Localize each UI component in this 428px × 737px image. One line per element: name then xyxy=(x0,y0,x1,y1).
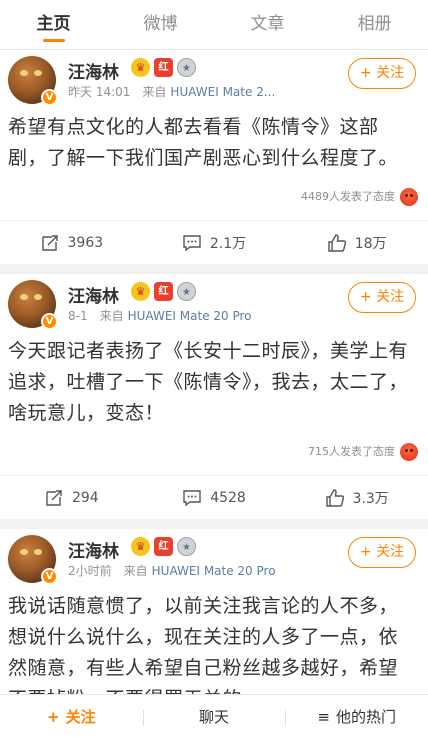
post-card[interactable]: V 汪海林 ♛ 红 ★ 2小时前 来自 HUAWEI Mate 20 Pro + 关… xyxy=(0,529,428,694)
thumbs-up-icon xyxy=(328,233,346,252)
post-card[interactable]: V 汪海林 ♛ 红 ★ 8-1 来自 HUAWEI Mate 20 Pro + 关注… xyxy=(0,274,428,519)
reactions-summary[interactable]: 4489人发表了态度 xyxy=(0,174,428,214)
comment-count: 2.1万 xyxy=(209,235,247,252)
verified-icon: V xyxy=(41,313,58,330)
username[interactable]: 汪海林 xyxy=(68,537,119,562)
post-meta: 8-1 来自 HUAWEI Mate 20 Pro xyxy=(68,307,252,324)
medal-icon: ★ xyxy=(177,58,196,77)
post-actions: 294 4528 3.3万 xyxy=(0,475,428,519)
post-text[interactable]: 今天跟记者表扬了《长安十二时辰》，美学上有追求，吐槽了一下《陈情令》，我去，太二… xyxy=(0,336,428,429)
like-button[interactable]: 18万 xyxy=(285,221,428,264)
repost-count: 294 xyxy=(71,489,99,506)
username[interactable]: 汪海林 xyxy=(68,58,119,83)
post-card[interactable]: V 汪海林 ♛ 红 ★ 昨天 14:01 来自 HUAWEI Mate 2... +… xyxy=(0,50,428,264)
post-meta: 昨天 14:01 来自 HUAWEI Mate 2... xyxy=(68,83,275,100)
like-count: 18万 xyxy=(354,235,387,252)
red-v-icon: 红 xyxy=(154,537,173,556)
tab-articles[interactable]: 文章 xyxy=(214,0,321,50)
reactions-count: 715人发表了态度 xyxy=(308,445,395,458)
chat-label: 聊天 xyxy=(199,707,230,726)
avatar[interactable]: V xyxy=(8,280,58,330)
post-time: 昨天 14:01 xyxy=(68,85,131,99)
avatar[interactable]: V xyxy=(8,56,58,106)
device-link[interactable]: HUAWEI Mate 2... xyxy=(170,85,275,99)
vip-crown-icon: ♛ xyxy=(131,537,150,556)
plus-icon: + xyxy=(47,707,60,726)
bottom-follow-button[interactable]: + 关注 xyxy=(0,706,143,727)
profile-tabs: 主页 微博 文章 相册 xyxy=(0,0,428,50)
angry-emoji-icon xyxy=(400,188,418,206)
follow-button[interactable]: + 关注 xyxy=(348,282,416,313)
comment-icon xyxy=(183,489,201,506)
follow-button[interactable]: + 关注 xyxy=(348,537,416,568)
angry-emoji-icon xyxy=(400,443,418,461)
tab-albums[interactable]: 相册 xyxy=(321,0,428,50)
comment-button[interactable]: 2.1万 xyxy=(143,221,286,264)
source-label: 来自 xyxy=(142,85,167,99)
hot-posts-button[interactable]: ≡ 他的热门 xyxy=(285,706,428,727)
source-label: 来自 xyxy=(99,309,124,323)
medal-icon: ★ xyxy=(177,537,196,556)
post-actions: 3963 2.1万 18万 xyxy=(0,220,428,264)
tab-weibo[interactable]: 微博 xyxy=(107,0,214,50)
device-link[interactable]: HUAWEI Mate 20 Pro xyxy=(128,309,252,323)
feed[interactable]: V 汪海林 ♛ 红 ★ 昨天 14:01 来自 HUAWEI Mate 2... +… xyxy=(0,50,428,694)
post-text[interactable]: 我说话随意惯了，以前关注我言论的人不多，想说什么说什么，现在关注的人多了一点，依… xyxy=(0,591,428,694)
vip-crown-icon: ♛ xyxy=(131,58,150,77)
follow-button[interactable]: + 关注 xyxy=(348,58,416,89)
avatar[interactable]: V xyxy=(8,535,58,585)
medal-icon: ★ xyxy=(177,282,196,301)
post-meta: 2小时前 来自 HUAWEI Mate 20 Pro xyxy=(68,562,276,579)
repost-icon xyxy=(46,489,62,506)
tab-home[interactable]: 主页 xyxy=(0,0,107,50)
reactions-summary[interactable]: 715人发表了态度 xyxy=(0,429,428,469)
bottom-follow-label: 关注 xyxy=(65,707,96,726)
verified-icon: V xyxy=(41,89,58,106)
comment-button[interactable]: 4528 xyxy=(143,476,286,519)
post-time: 8-1 xyxy=(68,309,88,323)
repost-button[interactable]: 294 xyxy=(0,476,143,519)
device-link[interactable]: HUAWEI Mate 20 Pro xyxy=(152,564,276,578)
comment-icon xyxy=(183,234,201,251)
bottom-toolbar: + 关注 聊天 ≡ 他的热门 xyxy=(0,694,428,737)
verified-icon: V xyxy=(41,568,58,585)
repost-button[interactable]: 3963 xyxy=(0,221,143,264)
hot-posts-label: 他的热门 xyxy=(335,707,396,726)
repost-count: 3963 xyxy=(67,234,104,251)
post-text[interactable]: 希望有点文化的人都去看看《陈情令》这部剧，了解一下我们国产剧恶心到什么程度了。 xyxy=(0,112,428,174)
reactions-count: 4489人发表了态度 xyxy=(301,190,395,203)
red-v-icon: 红 xyxy=(154,282,173,301)
post-time: 2小时前 xyxy=(68,564,112,578)
red-v-icon: 红 xyxy=(154,58,173,77)
vip-crown-icon: ♛ xyxy=(131,282,150,301)
chat-button[interactable]: 聊天 xyxy=(142,706,286,727)
thumbs-up-icon xyxy=(325,488,344,507)
like-button[interactable]: 3.3万 xyxy=(285,476,428,519)
username[interactable]: 汪海林 xyxy=(68,282,119,307)
menu-icon: ≡ xyxy=(317,707,330,726)
repost-icon xyxy=(41,234,58,251)
like-count: 3.3万 xyxy=(352,490,389,507)
source-label: 来自 xyxy=(123,564,148,578)
comment-count: 4528 xyxy=(210,489,246,506)
